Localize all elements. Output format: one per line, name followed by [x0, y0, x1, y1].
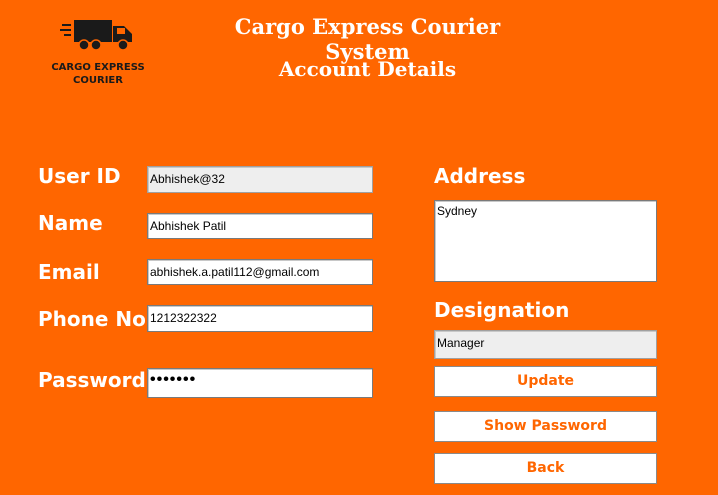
delivery-truck-icon [60, 20, 132, 51]
address-label: Address [434, 164, 526, 188]
update-button[interactable]: Update [434, 366, 657, 397]
password-field[interactable]: ••••••• [147, 368, 373, 398]
phone-label: Phone No [38, 307, 146, 331]
password-label: Password [38, 368, 146, 392]
email-field[interactable]: abhishek.a.patil112@gmail.com [147, 259, 373, 285]
logo-text: CARGO EXPRESS COURIER [51, 62, 145, 86]
email-label: Email [38, 260, 100, 284]
name-label: Name [38, 211, 103, 235]
name-field[interactable]: Abhishek Patil [147, 213, 373, 239]
phone-field[interactable]: 1212322322 [147, 305, 373, 332]
show-password-button[interactable]: Show Password [434, 411, 657, 442]
address-textarea[interactable]: Sydney [434, 200, 657, 282]
company-logo: CARGO EXPRESS COURIER [48, 14, 148, 90]
designation-label: Designation [434, 298, 570, 322]
user-id-label: User ID [38, 164, 121, 188]
back-button[interactable]: Back [434, 453, 657, 484]
designation-field[interactable]: Manager [434, 330, 657, 359]
page-title: Account Details [278, 57, 457, 81]
user-id-field[interactable]: Abhishek@32 [147, 166, 373, 193]
